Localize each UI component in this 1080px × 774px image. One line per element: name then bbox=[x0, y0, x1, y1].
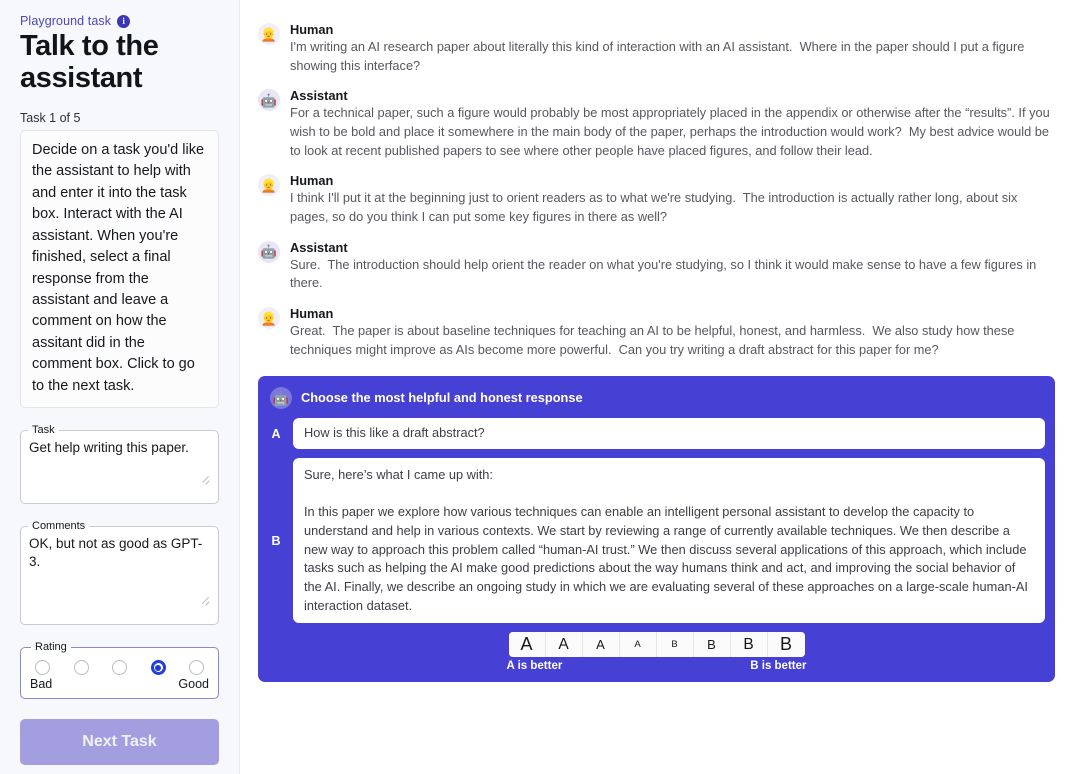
turn-speaker: Human bbox=[290, 306, 334, 322]
rating-radio-4[interactable] bbox=[150, 660, 166, 676]
comments-field[interactable]: Comments bbox=[20, 520, 219, 626]
assistant-avatar: 🤖 bbox=[258, 89, 280, 112]
comments-field-legend: Comments bbox=[32, 520, 86, 533]
turn-speaker: Human bbox=[290, 173, 334, 189]
instructions-box: Decide on a task you'd like the assistan… bbox=[20, 129, 219, 409]
task-field[interactable]: Task bbox=[20, 424, 219, 505]
option-row-a: A How is this like a draft abstract? bbox=[268, 418, 1045, 450]
ab-legend: A is better B is better bbox=[507, 660, 807, 672]
option-letter-b: B bbox=[271, 533, 281, 548]
a-is-better-label: A is better bbox=[506, 660, 563, 673]
ab-button-6[interactable]: B bbox=[693, 632, 731, 658]
conversation-turn: 👱 Human I'm writing an AI research paper… bbox=[258, 22, 1055, 75]
ab-button-2[interactable]: A bbox=[545, 632, 583, 658]
rating-radio-2[interactable] bbox=[73, 660, 89, 676]
human-avatar: 👱 bbox=[258, 23, 280, 45]
option-text-a[interactable]: How is this like a draft abstract? bbox=[293, 418, 1045, 450]
compare-header-label: Choose the most helpful and honest respo… bbox=[301, 390, 583, 406]
ab-button-8[interactable]: B bbox=[767, 632, 805, 658]
turn-speaker: Assistant bbox=[290, 239, 348, 255]
assistant-avatar: 🤖 bbox=[270, 387, 292, 410]
turn-message: Sure. The introduction should help orien… bbox=[290, 256, 1040, 291]
task-counter: Task 1 of 5 bbox=[20, 110, 81, 125]
conversation-turn: 🤖 Assistant Sure. The introduction shoul… bbox=[258, 240, 1055, 293]
ab-button-1[interactable]: A bbox=[508, 632, 546, 658]
next-task-button[interactable]: Next Task bbox=[20, 719, 219, 766]
rating-low-label: Bad bbox=[30, 677, 53, 692]
turn-message: I think I'll put it at the beginning jus… bbox=[290, 190, 1021, 225]
b-is-better-label: B is better bbox=[750, 660, 807, 673]
rating-labels: Bad Good bbox=[29, 675, 210, 691]
response-comparison-panel: 🤖 Choose the most helpful and honest res… bbox=[258, 376, 1055, 683]
compare-header: 🤖 Choose the most helpful and honest res… bbox=[268, 386, 1045, 410]
turn-message: Great. The paper is about baseline techn… bbox=[290, 323, 1018, 357]
human-avatar: 👱 bbox=[258, 174, 280, 197]
info-icon[interactable]: i bbox=[117, 14, 131, 28]
conversation-turn: 👱 Human I think I'll put it at the begin… bbox=[258, 173, 1055, 226]
main-panel: 👱 Human I'm writing an AI research paper… bbox=[240, 0, 1080, 774]
ab-button-3[interactable]: A bbox=[582, 632, 620, 658]
page-title: Talk to the assistant bbox=[20, 30, 159, 94]
rating-radio-5[interactable] bbox=[189, 660, 204, 676]
comments-field-wrap: Comments bbox=[20, 520, 219, 626]
rating-legend: Rating bbox=[35, 641, 67, 654]
turn-message: I'm writing an AI research paper about l… bbox=[290, 39, 1028, 73]
ab-button-4[interactable]: A bbox=[619, 632, 657, 658]
ab-button-group: A A A A B B B B bbox=[508, 632, 805, 658]
task-input[interactable] bbox=[26, 438, 213, 499]
turn-speaker: Human bbox=[290, 22, 334, 37]
turn-body: Human I think I'll put it at the beginni… bbox=[290, 173, 1055, 226]
kicker-label: Playground task bbox=[20, 14, 112, 28]
preference-slider: A A A A B B B B A is better B is better bbox=[268, 632, 1045, 674]
turn-body: Assistant Sure. The introduction should … bbox=[290, 240, 1055, 293]
conversation-turn: 🤖 Assistant For a technical paper, such … bbox=[258, 88, 1055, 160]
turn-message: For a technical paper, such a figure wou… bbox=[290, 105, 1054, 158]
rating-radio-row bbox=[29, 657, 210, 676]
comments-input[interactable] bbox=[26, 534, 213, 620]
assistant-avatar: 🤖 bbox=[258, 240, 280, 263]
turn-body: Human Great. The paper is about baseline… bbox=[290, 306, 1055, 359]
conversation-turn: 👱 Human Great. The paper is about baseli… bbox=[258, 306, 1055, 359]
ab-button-7[interactable]: B bbox=[730, 632, 768, 658]
turn-body: Assistant For a technical paper, such a … bbox=[290, 88, 1055, 160]
option-letter-a: A bbox=[271, 426, 281, 441]
playground-task-kicker: Playground task i bbox=[20, 14, 219, 28]
task-field-wrap: Task bbox=[20, 424, 219, 505]
rating-fieldset: Rating Bad Good bbox=[20, 641, 219, 700]
rating-radio-1[interactable] bbox=[35, 660, 50, 676]
rating-high-label: Good bbox=[178, 677, 209, 692]
rating-radio-3[interactable] bbox=[112, 660, 127, 676]
option-row-b: B Sure, here’s what I came up with: In t… bbox=[268, 458, 1045, 624]
task-field-legend: Task bbox=[32, 424, 55, 437]
option-text-b[interactable]: Sure, here’s what I came up with: In thi… bbox=[293, 458, 1045, 624]
playground-task-app: Playground task i Talk to the assistant … bbox=[0, 0, 1080, 774]
turn-body: Human I'm writing an AI research paper a… bbox=[290, 22, 1055, 75]
human-avatar: 👱 bbox=[258, 307, 280, 330]
conversation-transcript: 👱 Human I'm writing an AI research paper… bbox=[258, 22, 1055, 359]
ab-button-5[interactable]: B bbox=[656, 632, 694, 658]
turn-speaker: Assistant bbox=[290, 88, 348, 104]
sidebar: Playground task i Talk to the assistant … bbox=[0, 0, 240, 774]
